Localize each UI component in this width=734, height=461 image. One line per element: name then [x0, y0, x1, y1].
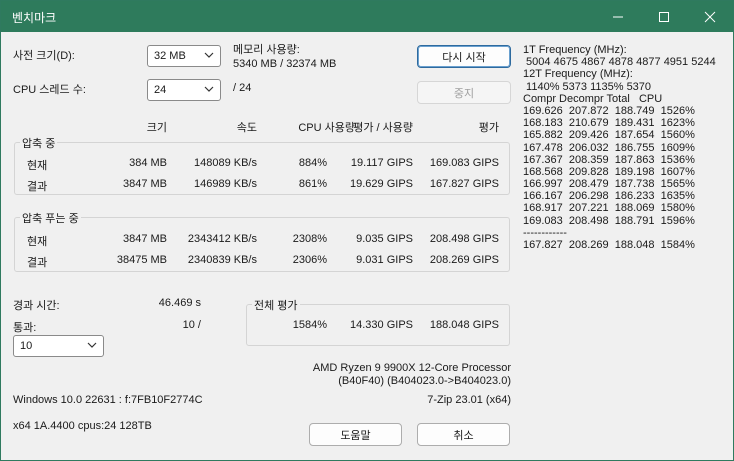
chevron-down-icon	[87, 342, 97, 348]
memory-usage-value: 5340 MB / 32374 MB	[233, 58, 337, 70]
maximize-icon	[659, 11, 669, 22]
stop-button[interactable]: 중지	[417, 81, 511, 104]
cell-size: 384 MB	[129, 157, 167, 169]
maximize-button[interactable]	[641, 1, 687, 32]
cell-speed: 148089 KB/s	[194, 157, 257, 169]
cell-rating-usage: 19.117 GIPS	[350, 157, 413, 169]
dict-size-value: 32 MB	[154, 50, 186, 62]
chevron-down-icon	[204, 86, 214, 92]
cancel-button[interactable]: 취소	[417, 423, 510, 446]
cell-rating: 208.269 GIPS	[429, 254, 499, 266]
log-line: 166.167 206.298 186.233 1635%	[523, 190, 695, 203]
row-label: 결과	[27, 257, 48, 269]
log-line: 168.183 210.679 189.431 1623%	[523, 117, 695, 130]
cell-speed: 2343412 KB/s	[187, 233, 257, 245]
log-line: 1140% 5373 1135% 5370	[523, 80, 652, 93]
cell-cpu: 2308%	[292, 233, 327, 245]
total-rating: 188.048 GIPS	[429, 319, 499, 331]
log-line: 168.568 209.828 189.198 1607%	[523, 165, 695, 178]
header-size: 크기	[146, 122, 167, 134]
cell-size: 3847 MB	[122, 178, 167, 190]
restart-button[interactable]: 다시 시작	[417, 45, 511, 68]
cpu-name: AMD Ryzen 9 9900X 12-Core Processor	[312, 362, 511, 374]
log-line: 167.827 208.269 188.048 1584%	[523, 239, 695, 251]
dict-size-label: 사전 크기(D):	[13, 50, 75, 62]
log-line: Compr Decompr Total CPU	[523, 92, 663, 105]
total-cpu: 1584%	[292, 319, 327, 331]
memory-usage-label: 메모리 사용량:	[233, 44, 300, 56]
cell-rating-usage: 19.629 GIPS	[350, 178, 413, 190]
log-line: 165.882 209.426 187.654 1560%	[523, 129, 695, 142]
compress-group-title: 압축 중	[20, 135, 58, 151]
dict-size-select[interactable]: 32 MB	[147, 45, 221, 67]
benchmark-window: 벤치마크 사전 크기(D): 32 MB 메모리 사용량: 5340 MB / …	[0, 0, 734, 461]
row-label: 현재	[27, 160, 48, 172]
cpu-id: (B40F40) (B404023.0->B404023.0)	[338, 375, 511, 387]
close-icon	[704, 11, 716, 22]
log-line: 12T Frequency (MHz):	[523, 68, 633, 81]
log-line: 1T Frequency (MHz):	[523, 44, 627, 56]
cell-cpu: 861%	[298, 178, 327, 190]
passes-select[interactable]: 10	[13, 335, 104, 357]
header-speed: 속도	[236, 122, 257, 134]
header-rating-usage: 평가 / 사용량	[353, 122, 413, 134]
frequency-log: 1T Frequency (MHz): 5004 4675 4867 4878 …	[523, 44, 728, 251]
passes-label: 통과:	[13, 322, 37, 334]
version-info: 7-Zip 23.01 (x64)	[427, 394, 511, 406]
cell-cpu: 884%	[298, 157, 327, 169]
decompress-group-title: 압축 푸는 중	[20, 210, 81, 226]
passes-select-value: 10	[20, 340, 33, 352]
chevron-down-icon	[204, 52, 214, 58]
title-bar[interactable]: 벤치마크	[1, 1, 733, 32]
row-label: 결과	[27, 181, 48, 193]
arch-info: x64 1A.4400 cpus:24 128TB	[13, 420, 152, 432]
log-line: 169.083 208.498 188.791 1596%	[523, 214, 695, 227]
total-rating-usage: 14.330 GIPS	[350, 319, 413, 331]
cpu-threads-select[interactable]: 24	[147, 79, 221, 101]
elapsed-label: 경과 시간:	[13, 300, 60, 312]
minimize-icon	[613, 16, 623, 17]
cell-size: 3847 MB	[122, 233, 167, 245]
cpu-threads-value: 24	[154, 84, 167, 96]
cell-rating: 208.498 GIPS	[429, 233, 499, 245]
cell-speed: 146989 KB/s	[194, 178, 257, 190]
cell-rating: 167.827 GIPS	[429, 178, 499, 190]
cell-rating-usage: 9.031 GIPS	[356, 254, 413, 266]
log-line: ------------	[523, 226, 567, 239]
log-line: 168.917 207.221 188.069 1580%	[523, 202, 695, 215]
row-label: 현재	[27, 236, 48, 248]
header-rating: 평가	[478, 122, 499, 134]
cell-rating: 169.083 GIPS	[429, 157, 499, 169]
close-button[interactable]	[687, 1, 733, 32]
help-button[interactable]: 도움말	[309, 423, 402, 446]
cell-cpu: 2306%	[292, 254, 327, 266]
passes-value: 10 /	[182, 319, 201, 331]
cpu-threads-label: CPU 스레드 수:	[13, 84, 86, 96]
cpu-threads-total: / 24	[233, 82, 252, 94]
os-info: Windows 10.0 22631 : f:7FB10F2774C	[13, 394, 203, 406]
log-line: 169.626 207.872 188.749 1526%	[523, 104, 695, 117]
minimize-button[interactable]	[595, 1, 641, 32]
window-title: 벤치마크	[12, 11, 57, 25]
log-line: 167.367 208.359 187.863 1536%	[523, 153, 695, 166]
cell-size: 38475 MB	[116, 254, 167, 266]
elapsed-value: 46.469 s	[158, 297, 201, 309]
log-line: 167.478 206.032 186.755 1609%	[523, 141, 695, 154]
cell-speed: 2340839 KB/s	[187, 254, 257, 266]
total-rating-title: 전체 평가	[252, 297, 300, 313]
cell-rating-usage: 9.035 GIPS	[356, 233, 413, 245]
log-line: 5004 4675 4867 4878 4877 4951 5244	[523, 56, 716, 69]
log-line: 166.997 208.479 187.738 1565%	[523, 178, 695, 191]
